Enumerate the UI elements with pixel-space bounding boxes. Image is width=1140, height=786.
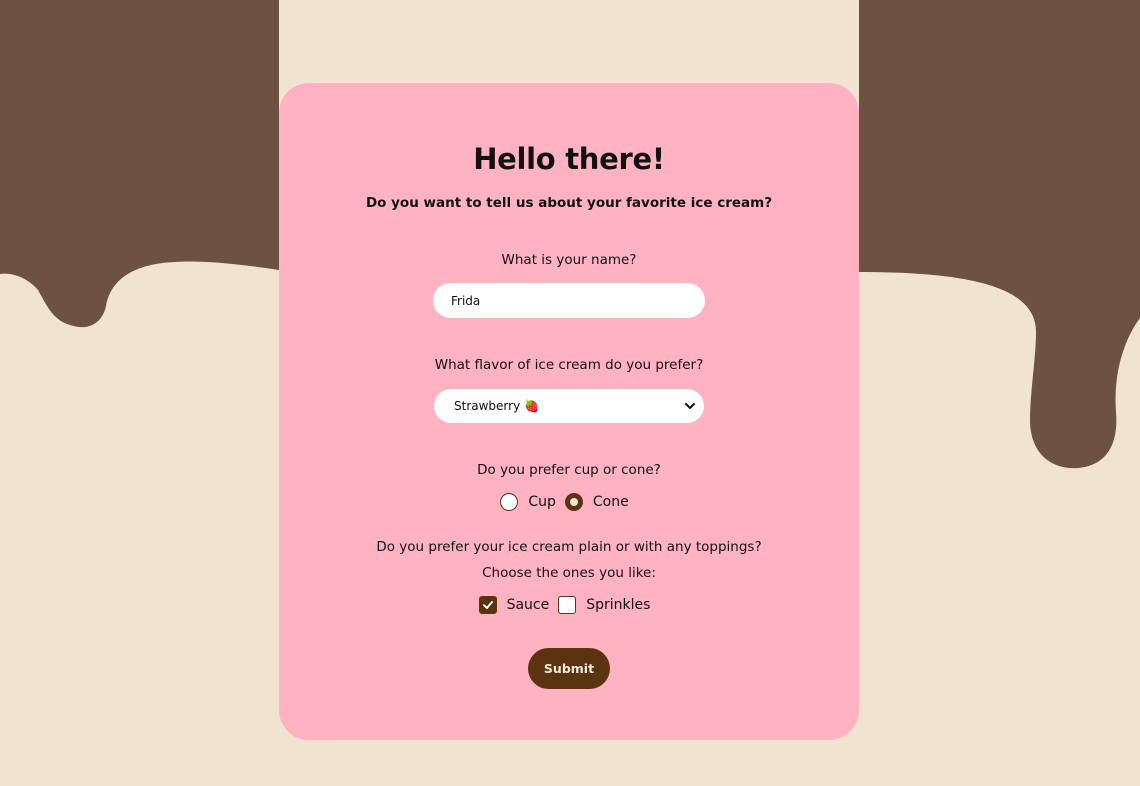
toppings-sublabel: Choose the ones you like:: [482, 565, 656, 581]
flavor-question-label: What flavor of ice cream do you prefer?: [434, 357, 704, 373]
toppings-question-label: Do you prefer your ice cream plain or wi…: [376, 539, 762, 555]
flavor-select-value: Strawberry 🍓: [454, 399, 539, 413]
serving-question-label: Do you prefer cup or cone?: [477, 462, 661, 478]
cup-radio-label[interactable]: Cup: [528, 494, 556, 510]
serving-radio-group: Cup Cone: [279, 491, 859, 513]
page-title: Hello there!: [473, 142, 665, 176]
cone-radio[interactable]: [564, 493, 583, 511]
sauce-checkbox-label[interactable]: Sauce: [507, 597, 550, 613]
submit-button[interactable]: Submit: [528, 648, 610, 689]
checkmark-icon: [482, 601, 493, 609]
cone-radio-label[interactable]: Cone: [593, 494, 629, 510]
chevron-down-icon: [685, 403, 695, 409]
survey-card: Hello there! Do you want to tell us abou…: [279, 83, 859, 740]
name-input[interactable]: [433, 283, 705, 318]
toppings-checkbox-group: Sauce Sprinkles: [279, 594, 859, 616]
radio-selected-dot-icon: [569, 498, 578, 506]
sprinkles-checkbox[interactable]: [558, 596, 577, 614]
flavor-select[interactable]: Strawberry 🍓: [434, 389, 704, 423]
page-subtitle: Do you want to tell us about your favori…: [365, 195, 773, 211]
cup-radio[interactable]: [500, 493, 519, 511]
name-question-label: What is your name?: [501, 252, 637, 268]
sprinkles-checkbox-label[interactable]: Sprinkles: [586, 597, 650, 613]
sauce-checkbox[interactable]: [478, 596, 497, 614]
